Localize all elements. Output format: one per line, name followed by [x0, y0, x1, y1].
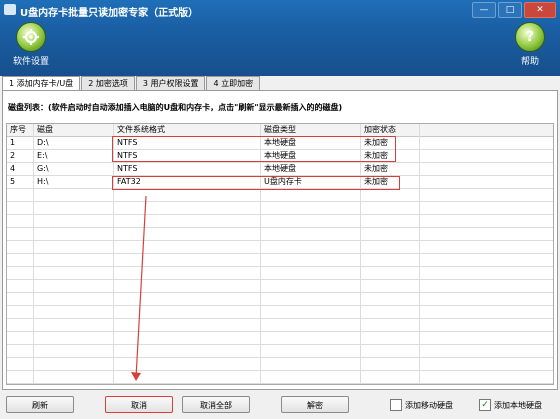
add-removable-checkbox[interactable]: 添加移动硬盘: [390, 399, 453, 411]
table-row[interactable]: 1 D:\ NTFS 本地硬盘 未加密: [7, 137, 553, 150]
tab-encrypt-now[interactable]: 4 立即加密: [206, 76, 261, 90]
cancel-all-button[interactable]: 取消全部: [182, 396, 250, 413]
window-title: U盘内存卡批量只读加密专家（正式版）: [20, 8, 199, 19]
row-disk-type: 本地硬盘: [264, 151, 296, 160]
row-index: 4: [10, 164, 16, 173]
help-button[interactable]: ? 帮助: [505, 22, 555, 67]
col-disk-type: 磁盘类型: [264, 125, 296, 134]
row-index: 5: [10, 177, 16, 186]
title-bar: U盘内存卡批量只读加密专家（正式版） — □ ✕ 软件设置 ? 帮助: [0, 0, 560, 76]
tab-add-card[interactable]: 1 添加内存卡/U盘: [2, 76, 81, 91]
minimize-button[interactable]: —: [472, 2, 496, 18]
row-disk-type: 本地硬盘: [264, 164, 296, 173]
app-icon: [4, 4, 16, 15]
row-disk: E:\: [37, 151, 48, 160]
disk-list-title: 磁盘列表：(软件启动时自动添加插入电脑的U盘和内存卡，点击"刷新"显示最新插入的…: [8, 103, 343, 112]
row-index: 1: [10, 138, 16, 147]
cancel-button[interactable]: 取消: [105, 396, 173, 413]
add-local-label: 添加本地硬盘: [494, 400, 542, 410]
row-encrypt-status: 未加密: [364, 138, 388, 147]
row-encrypt-status: 未加密: [364, 151, 388, 160]
help-label: 帮助: [520, 57, 539, 67]
table-row[interactable]: 2 E:\ NTFS 本地硬盘 未加密: [7, 150, 553, 163]
add-removable-label: 添加移动硬盘: [405, 400, 453, 410]
tab-user-permissions[interactable]: 3 用户权限设置: [135, 76, 206, 90]
row-disk: H:\: [37, 177, 49, 186]
settings-button[interactable]: 软件设置: [6, 22, 56, 67]
empty-row: [7, 189, 553, 202]
table-row[interactable]: 4 G:\ NTFS 本地硬盘 未加密: [7, 163, 553, 176]
empty-row: [7, 228, 553, 241]
settings-label: 软件设置: [12, 57, 49, 67]
col-disk: 磁盘: [37, 125, 53, 134]
row-filesystem: FAT32: [117, 177, 141, 186]
row-disk: D:\: [37, 138, 49, 147]
maximize-button[interactable]: □: [498, 2, 522, 18]
row-index: 2: [10, 151, 16, 160]
col-encrypt-status: 加密状态: [364, 125, 396, 134]
empty-row: [7, 384, 553, 385]
col-filesystem: 文件系统格式: [117, 125, 165, 134]
window-controls: — □ ✕: [472, 2, 556, 18]
empty-row: [7, 332, 553, 345]
refresh-button[interactable]: 刷新: [6, 396, 74, 413]
tab-bar: 1 添加内存卡/U盘 2 加密选项 3 用户权限设置 4 立即加密: [2, 76, 261, 91]
empty-row: [7, 202, 553, 215]
empty-row: [7, 215, 553, 228]
question-icon: ?: [515, 22, 545, 52]
empty-row: [7, 280, 553, 293]
decrypt-button[interactable]: 解密: [281, 396, 349, 413]
row-disk: G:\: [37, 164, 49, 173]
row-filesystem: NTFS: [117, 164, 138, 173]
gear-icon: [16, 22, 46, 52]
empty-row: [7, 254, 553, 267]
row-encrypt-status: 未加密: [364, 164, 388, 173]
empty-row: [7, 306, 553, 319]
table-header: 序号 磁盘 文件系统格式 磁盘类型 加密状态: [7, 124, 553, 137]
empty-row: [7, 358, 553, 371]
empty-row: [7, 241, 553, 254]
empty-row: [7, 293, 553, 306]
close-button[interactable]: ✕: [524, 2, 556, 18]
row-filesystem: NTFS: [117, 151, 138, 160]
row-filesystem: NTFS: [117, 138, 138, 147]
checkbox-box-checked[interactable]: ✓: [479, 399, 491, 411]
empty-row: [7, 319, 553, 332]
tab-encrypt-options[interactable]: 2 加密选项: [81, 76, 135, 90]
empty-row: [7, 345, 553, 358]
col-index: 序号: [10, 125, 26, 134]
add-local-checkbox[interactable]: ✓ 添加本地硬盘: [479, 399, 542, 411]
empty-row: [7, 267, 553, 280]
checkbox-box[interactable]: [390, 399, 402, 411]
table-row[interactable]: 5 H:\ FAT32 U盘内存卡 未加密: [7, 176, 553, 189]
row-disk-type: 本地硬盘: [264, 138, 296, 147]
row-encrypt-status: 未加密: [364, 177, 388, 186]
empty-row: [7, 371, 553, 384]
row-disk-type: U盘内存卡: [264, 177, 302, 186]
disk-table: 序号 磁盘 文件系统格式 磁盘类型 加密状态 1 D:\ NTFS 本地硬盘 未加密 2 E…: [6, 123, 554, 385]
